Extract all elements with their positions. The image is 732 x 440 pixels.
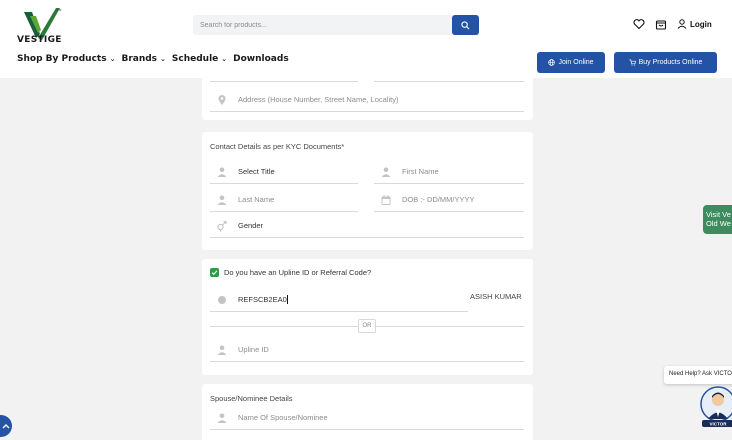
- or-divider-right: [376, 326, 524, 327]
- svg-text:TM: TM: [57, 8, 62, 12]
- last-name-input[interactable]: Last Name: [210, 188, 358, 212]
- site-header: TM VESTIGE Login Shop By Products ⌄ B: [0, 0, 732, 78]
- search-input[interactable]: [193, 15, 453, 35]
- nav-label: Brands: [121, 54, 158, 64]
- person-icon: [217, 167, 227, 177]
- buy-products-online-label: Buy Products Online: [638, 59, 703, 66]
- cart-icon: [629, 59, 636, 66]
- nav-schedule[interactable]: Schedule ⌄: [172, 54, 227, 64]
- chevron-down-icon: ⌄: [109, 55, 116, 63]
- location-pin-icon: [218, 94, 226, 105]
- login-label: Login: [690, 19, 712, 29]
- buy-products-online-button[interactable]: Buy Products Online: [614, 52, 717, 73]
- scroll-to-top-button[interactable]: [0, 415, 12, 437]
- referral-code-value: REFSCB2EA0: [238, 295, 287, 304]
- user-icon: [677, 19, 687, 29]
- nominee-name-input[interactable]: Name Of Spouse/Nominee: [210, 406, 524, 430]
- gender-icon: [217, 220, 227, 232]
- victor-assistant-avatar[interactable]: VICTOR: [700, 384, 732, 428]
- cart-bag-icon[interactable]: [655, 18, 667, 30]
- nominee-name-placeholder: Name Of Spouse/Nominee: [238, 413, 328, 422]
- chevron-down-icon: ⌄: [221, 55, 228, 63]
- main-nav: Shop By Products ⌄ Brands ⌄ Schedule ⌄ D…: [17, 54, 289, 64]
- or-divider-left: [210, 326, 358, 327]
- select-title-label: Select Title: [238, 167, 275, 176]
- checkmark-icon: [211, 270, 218, 276]
- upline-checkbox[interactable]: [210, 268, 219, 277]
- first-name-placeholder: First Name: [402, 167, 439, 176]
- status-dot-icon: [218, 295, 226, 304]
- visit-tab-line1: Visit Ve: [706, 210, 731, 219]
- search-bar: [193, 15, 479, 35]
- help-bubble[interactable]: Need Help? Ask VICTO: [664, 366, 732, 384]
- address-card: Address (House Number, Street Name, Loca…: [202, 78, 533, 120]
- login-button[interactable]: Login: [677, 19, 712, 29]
- nav-downloads[interactable]: Downloads: [233, 54, 289, 64]
- wishlist-heart-icon[interactable]: [633, 18, 645, 30]
- join-online-button[interactable]: Join Online: [537, 52, 605, 73]
- upline-id-placeholder: Upline ID: [238, 345, 269, 354]
- globe-icon: [548, 59, 556, 66]
- search-icon: [461, 20, 470, 29]
- person-icon: [217, 195, 227, 205]
- address-field[interactable]: Address (House Number, Street Name, Loca…: [210, 88, 524, 112]
- person-icon: [217, 345, 227, 355]
- nav-label: Schedule: [171, 54, 219, 64]
- referral-code-input[interactable]: REFSCB2EA0: [210, 288, 468, 312]
- nav-label: Downloads: [233, 54, 289, 64]
- text-cursor: [287, 295, 289, 304]
- logo-text: VESTIGE: [17, 35, 62, 45]
- search-button[interactable]: [452, 15, 479, 35]
- contact-details-card: Contact Details as per KYC Documents* Se…: [202, 132, 533, 250]
- contact-section-title: Contact Details as per KYC Documents*: [210, 142, 345, 151]
- upline-checkbox-row[interactable]: Do you have an Upline ID or Referral Cod…: [210, 268, 371, 277]
- nominee-card: Spouse/Nominee Details Name Of Spouse/No…: [202, 384, 533, 440]
- previous-field-underline: [210, 78, 358, 82]
- visit-old-website-tab[interactable]: Visit Ve Old We: [703, 205, 732, 234]
- visit-tab-line2: Old We: [706, 219, 731, 228]
- last-name-placeholder: Last Name: [238, 195, 275, 204]
- nominee-section-title: Spouse/Nominee Details: [210, 394, 293, 403]
- gender-dropdown[interactable]: Gender: [210, 214, 524, 238]
- upline-id-input[interactable]: Upline ID: [210, 338, 524, 362]
- nav-shop-by-products[interactable]: Shop By Products ⌄: [17, 54, 115, 64]
- select-title-dropdown[interactable]: Select Title: [210, 160, 358, 184]
- gender-label: Gender: [238, 221, 264, 230]
- chevron-up-icon: [2, 424, 10, 429]
- or-divider-label: OR: [358, 319, 376, 333]
- upline-checkbox-label: Do you have an Upline ID or Referral Cod…: [224, 268, 372, 277]
- previous-field-underline: [374, 78, 524, 82]
- person-icon: [381, 167, 391, 177]
- calendar-icon: [381, 194, 391, 205]
- address-placeholder: Address (House Number, Street Name, Loca…: [238, 95, 399, 104]
- nav-label: Shop By Products: [17, 54, 107, 64]
- chevron-down-icon: ⌄: [160, 55, 166, 63]
- join-online-label: Join Online: [558, 59, 594, 66]
- nav-brands[interactable]: Brands ⌄: [121, 54, 165, 64]
- dob-input[interactable]: DOB :- DD/MM/YYYY: [374, 188, 524, 212]
- first-name-input[interactable]: First Name: [374, 160, 524, 184]
- person-icon: [217, 413, 227, 423]
- svg-text:VICTOR: VICTOR: [710, 422, 728, 427]
- resolved-upline-name: ASISH KUMAR: [470, 292, 522, 301]
- dob-placeholder: DOB :- DD/MM/YYYY: [402, 195, 475, 204]
